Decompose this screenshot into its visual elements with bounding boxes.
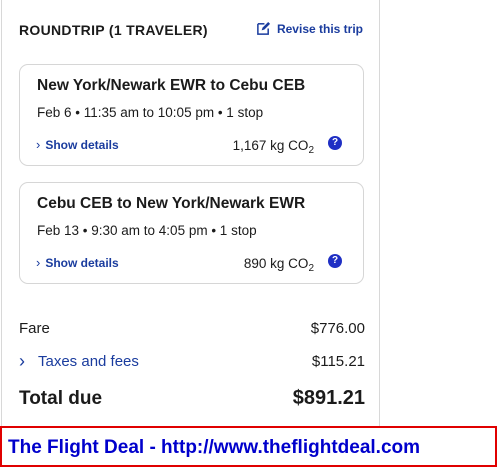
trip-header: ROUNDTRIP (1 TRAVELER) Revise this trip	[19, 21, 363, 41]
outbound-flight-card: New York/Newark EWR to Cebu CEB Feb 6 • …	[19, 64, 364, 166]
co2-help-icon[interactable]: ?	[328, 254, 342, 268]
total-row: Total due $891.21	[19, 387, 365, 410]
flight-times: Feb 6 • 11:35 am to 10:05 pm • 1 stop	[37, 105, 264, 120]
flight-route: Cebu CEB to New York/Newark EWR	[37, 195, 306, 212]
taxes-row: › Taxes and fees $115.21	[19, 351, 365, 372]
show-details-label: Show details	[45, 255, 119, 270]
banner-text: The Flight Deal - http://www.theflightde…	[8, 437, 421, 458]
fare-label: Fare	[19, 320, 50, 337]
taxes-value: $115.21	[311, 353, 365, 370]
edit-icon	[257, 21, 271, 35]
trip-summary-panel: ROUNDTRIP (1 TRAVELER) Revise this trip …	[1, 0, 380, 428]
co2-emissions: 890 kg CO2	[243, 256, 314, 274]
chevron-right-icon: ›	[36, 137, 41, 152]
watermark-banner: The Flight Deal - http://www.theflightde…	[0, 426, 497, 467]
revise-trip-link[interactable]: Revise this trip	[256, 21, 363, 36]
chevron-right-icon: ›	[19, 351, 25, 371]
co2-emissions: 1,167 kg CO2	[232, 138, 314, 156]
show-details-link[interactable]: › Show details	[36, 137, 119, 152]
taxes-and-fees-toggle[interactable]: › Taxes and fees	[19, 351, 139, 372]
co2-help-icon[interactable]: ?	[328, 136, 342, 150]
total-value: $891.21	[292, 387, 365, 409]
show-details-link[interactable]: › Show details	[36, 255, 119, 270]
fare-row: Fare $776.00	[19, 320, 365, 337]
chevron-right-icon: ›	[36, 255, 41, 270]
flight-route: New York/Newark EWR to Cebu CEB	[37, 77, 306, 94]
taxes-label: Taxes and fees	[38, 353, 139, 370]
show-details-label: Show details	[45, 137, 119, 152]
total-label: Total due	[19, 387, 103, 409]
flight-times: Feb 13 • 9:30 am to 4:05 pm • 1 stop	[37, 223, 257, 238]
trip-title: ROUNDTRIP (1 TRAVELER)	[19, 22, 208, 38]
revise-trip-label: Revise this trip	[276, 21, 363, 36]
return-flight-card: Cebu CEB to New York/Newark EWR Feb 13 •…	[19, 182, 364, 284]
fare-value: $776.00	[310, 320, 365, 337]
